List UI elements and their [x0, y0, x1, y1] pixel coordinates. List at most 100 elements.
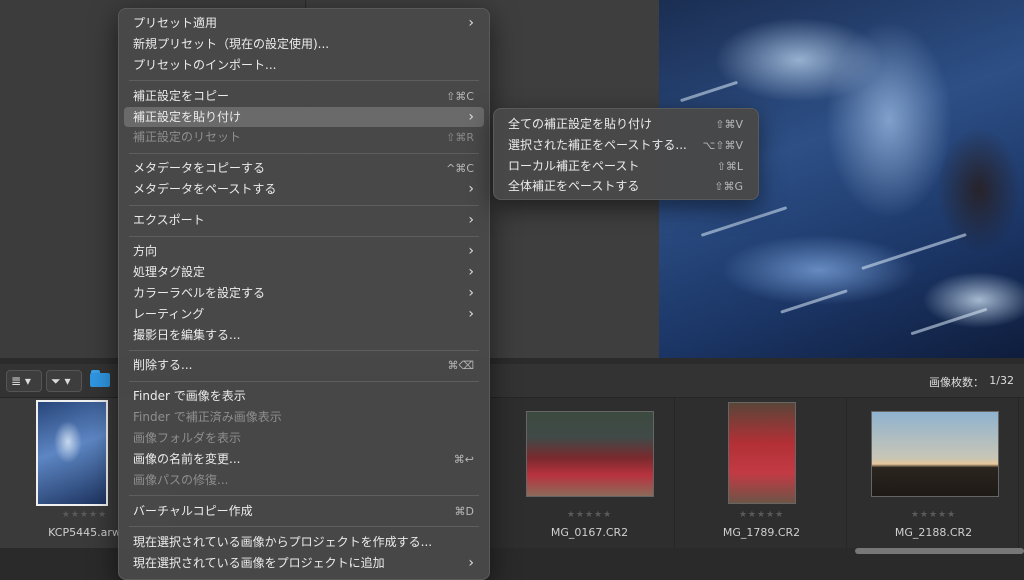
- submenu-item-label: ローカル補正をペースト: [508, 158, 640, 173]
- thumbnail: [871, 411, 999, 497]
- sort-button[interactable]: ≣ ▾: [6, 370, 42, 392]
- chevron-right-icon: ›: [468, 181, 474, 198]
- menu-item-shortcut: ⇧⌘R: [446, 131, 474, 145]
- context-menu: プリセット適用 › 新規プリセット（現在の設定使用)... プリセットのインポート..…: [118, 8, 490, 580]
- thumbnail-filename: MG_2188.CR2: [894, 526, 973, 539]
- chevron-right-icon: ›: [468, 284, 474, 301]
- menu-separator: [129, 80, 479, 82]
- chevron-down-icon: ▾: [64, 374, 71, 388]
- chevron-right-icon: ›: [468, 263, 474, 280]
- menu-item[interactable]: 削除する... ⌘⌫: [124, 355, 484, 376]
- menu-item-label: レーティング: [133, 306, 205, 321]
- menu-item-label: プリセット適用: [133, 16, 218, 30]
- chevron-right-icon: ›: [468, 108, 474, 125]
- sort-lines-icon: ≣: [11, 374, 22, 388]
- menu-item-label: 処理タグ設定: [133, 264, 206, 279]
- menu-item[interactable]: メタデータをコピーする ^⌘C: [124, 158, 484, 179]
- folder-icon[interactable]: [90, 370, 110, 388]
- submenu-item-shortcut: ⌥⇧⌘V: [702, 138, 743, 152]
- menu-item[interactable]: 現在選択されている画像からプロジェクトを作成する...: [124, 532, 484, 553]
- menu-item-label: 画像の名前を変更...: [133, 452, 241, 467]
- filmstrip-item[interactable]: ★★★★★ MG_2188.CR2: [849, 398, 1019, 548]
- chevron-right-icon: ›: [468, 15, 474, 31]
- menu-item[interactable]: 補正設定をコピー ⇧⌘C: [124, 86, 484, 107]
- rating-stars[interactable]: ★★★★★: [677, 510, 846, 520]
- chevron-right-icon: ›: [468, 305, 474, 322]
- menu-separator: [129, 204, 479, 206]
- menu-item-shortcut: ⌘D: [454, 504, 474, 518]
- menu-item[interactable]: プリセット適用 ›: [124, 13, 484, 34]
- submenu-item-shortcut: ⇧⌘V: [715, 118, 743, 131]
- chevron-right-icon: ›: [468, 212, 474, 229]
- menu-item-label: 削除する...: [133, 358, 193, 373]
- menu-item-label: 画像パスの修復...: [133, 472, 229, 487]
- menu-item-label: 新規プリセット（現在の設定使用)...: [133, 36, 330, 51]
- menu-separator: [129, 495, 479, 497]
- menu-item: Finder で補正済み画像表示: [124, 407, 484, 428]
- menu-item-label: プリセットのインポート...: [133, 57, 277, 72]
- menu-item-label: Finder で補正済み画像表示: [133, 410, 282, 425]
- menu-item-label: 補正設定のリセット: [133, 130, 242, 145]
- menu-item-label: メタデータをコピーする: [133, 161, 266, 176]
- menu-separator: [129, 152, 479, 154]
- submenu-item-label: 選択された補正をペーストする...: [508, 137, 687, 152]
- menu-item-label: エクスポート: [133, 213, 205, 228]
- menu-item: 画像パスの修復...: [124, 470, 484, 491]
- menu-item[interactable]: 画像の名前を変更... ⌘↩: [124, 449, 484, 470]
- menu-item: 補正設定のリセット ⇧⌘R: [124, 127, 484, 148]
- menu-separator: [129, 235, 479, 237]
- menu-item-label: 現在選択されている画像からプロジェクトを作成する...: [133, 534, 433, 549]
- thumbnail: [526, 411, 654, 497]
- filmstrip-item[interactable]: ★★★★★ MG_1789.CR2: [677, 398, 847, 548]
- menu-item[interactable]: メタデータをペーストする ›: [124, 179, 484, 200]
- menu-separator: [129, 349, 479, 351]
- submenu-item[interactable]: 全ての補正設定を貼り付け ⇧⌘V: [499, 114, 753, 135]
- menu-item[interactable]: 新規プリセット（現在の設定使用)...: [124, 34, 484, 55]
- menu-separator: [129, 526, 479, 528]
- filmstrip-item[interactable]: ★★★★★ MG_0167.CR2: [505, 398, 675, 548]
- menu-item-shortcut: ^⌘C: [446, 162, 474, 176]
- menu-item[interactable]: レーティング ›: [124, 304, 484, 325]
- menu-item[interactable]: バーチャルコピー作成 ⌘D: [124, 501, 484, 522]
- rating-stars[interactable]: ★★★★★: [505, 510, 674, 520]
- thumbnail-filename: MG_0167.CR2: [550, 526, 629, 539]
- thumbnail-filename: MG_1789.CR2: [722, 526, 801, 539]
- menu-item[interactable]: 撮影日を編集する...: [124, 325, 484, 346]
- menu-item[interactable]: エクスポート ›: [124, 210, 484, 231]
- menu-item-label: 補正設定を貼り付け: [133, 109, 242, 124]
- submenu-item[interactable]: 選択された補正をペーストする... ⌥⇧⌘V: [499, 135, 753, 156]
- menu-item[interactable]: 方向 ›: [124, 241, 484, 262]
- submenu-item-shortcut: ⇧⌘L: [716, 159, 743, 173]
- menu-item-label: 補正設定をコピー: [133, 88, 230, 103]
- paste-adjustments-submenu: 全ての補正設定を貼り付け ⇧⌘V 選択された補正をペーストする... ⌥⇧⌘V ローカル…: [493, 108, 759, 200]
- menu-item[interactable]: プリセットのインポート...: [124, 55, 484, 76]
- submenu-item-label: 全体補正をペーストする: [508, 179, 640, 194]
- menu-item[interactable]: カラーラベルを設定する ›: [124, 283, 484, 304]
- rating-stars[interactable]: ★★★★★: [849, 510, 1018, 520]
- menu-item[interactable]: Finder で画像を表示: [124, 386, 484, 407]
- menu-item-shortcut: ⌘⌫: [447, 359, 474, 373]
- menu-item[interactable]: 処理タグ設定 ›: [124, 262, 484, 283]
- menu-item-label: Finder で画像を表示: [133, 389, 246, 404]
- menu-item-shortcut: ⌘↩: [453, 453, 474, 467]
- filter-button[interactable]: ⏷ ▾: [46, 370, 82, 392]
- menu-item-shortcut: ⇧⌘C: [446, 89, 474, 103]
- chevron-right-icon: ›: [468, 243, 474, 260]
- menu-item-label: 方向: [133, 244, 158, 259]
- menu-item[interactable]: 補正設定を貼り付け ›: [124, 106, 484, 128]
- menu-separator: [129, 380, 479, 382]
- submenu-item[interactable]: ローカル補正をペースト ⇧⌘L: [499, 156, 753, 177]
- menu-item-label: バーチャルコピー作成: [133, 503, 253, 518]
- chevron-right-icon: ›: [468, 554, 474, 571]
- image-count-label: 画像枚数：: [929, 376, 984, 389]
- submenu-item[interactable]: 全体補正をペーストする ⇧⌘G: [499, 176, 753, 197]
- submenu-item-shortcut: ⇧⌘G: [714, 180, 743, 194]
- submenu-item-label: 全ての補正設定を貼り付け: [508, 117, 653, 131]
- chevron-down-icon: ▾: [24, 374, 31, 388]
- menu-item-label: 画像フォルダを表示: [133, 431, 242, 446]
- menu-item-label: カラーラベルを設定する: [133, 285, 266, 300]
- thumbnail: [728, 402, 796, 504]
- filmstrip-scrollbar[interactable]: [855, 548, 1024, 554]
- menu-item[interactable]: 現在選択されている画像をプロジェクトに追加 ›: [124, 553, 484, 574]
- menu-item-label: 撮影日を編集する...: [133, 327, 241, 342]
